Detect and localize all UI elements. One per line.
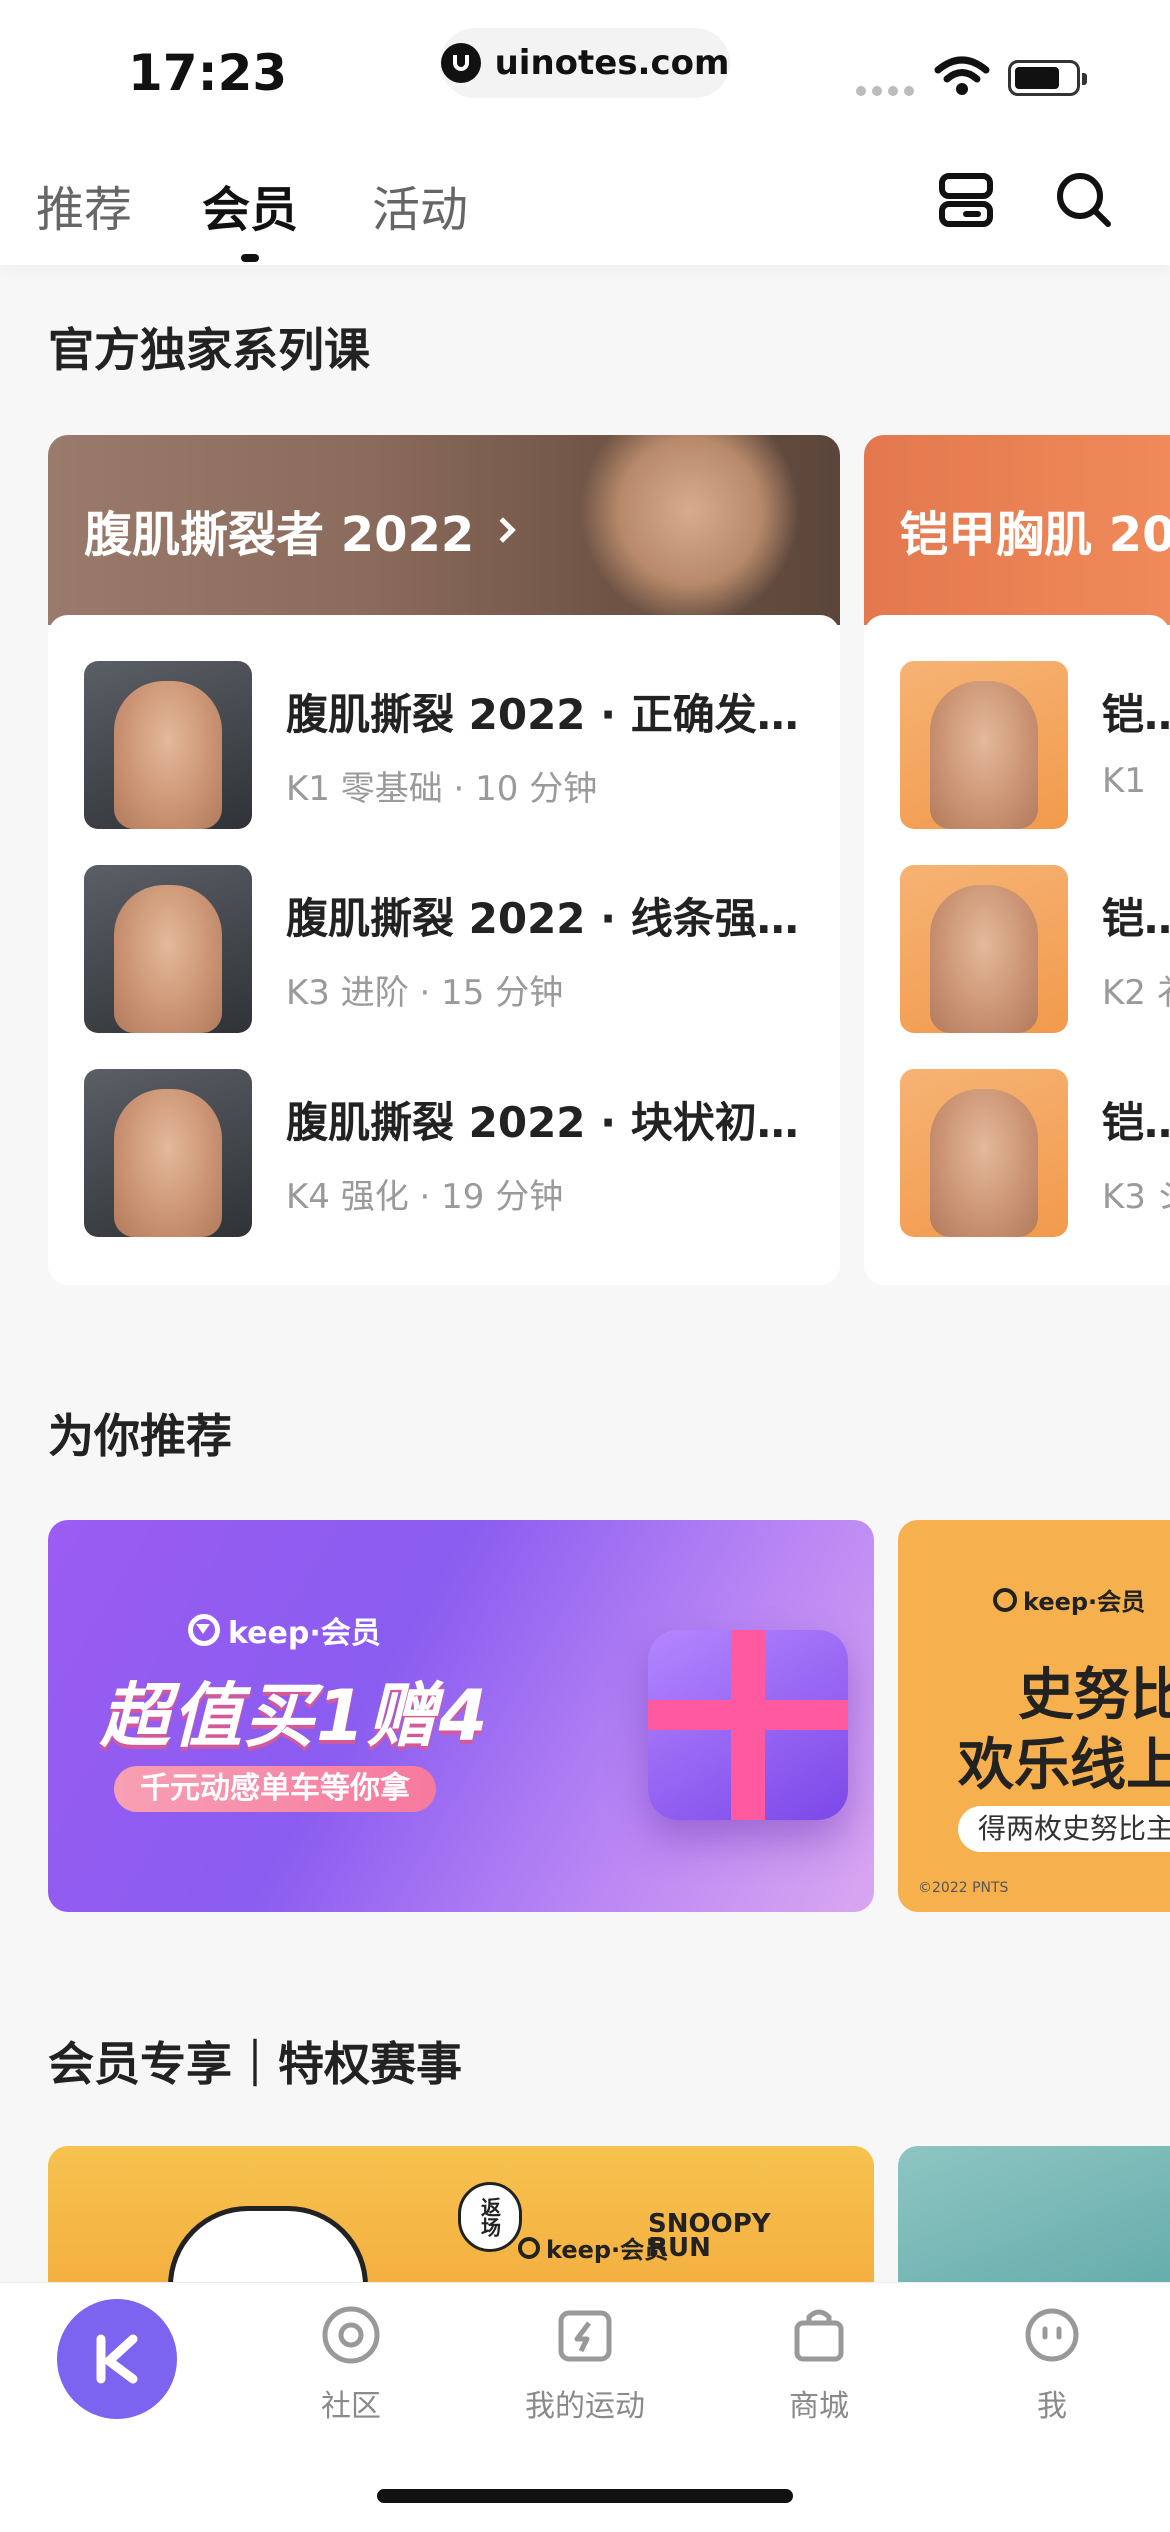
nav-label: 我 (1037, 2389, 1067, 2424)
nav-me[interactable]: 我 (962, 2303, 1142, 2425)
battery-icon (1008, 60, 1087, 96)
signal-icon (856, 86, 914, 96)
course-item-meta: K1 (1102, 761, 1146, 801)
banner-copyright: ©2022 PNTS (918, 1880, 1009, 1896)
nav-shop[interactable]: 商城 (729, 2303, 909, 2425)
url-pill[interactable]: uinotes.com (440, 28, 730, 98)
course-thumbnail (900, 865, 1068, 1033)
section-title-official: 官方独家系列课 (48, 323, 370, 377)
site-logo-icon (440, 43, 481, 83)
course-item-title: 铠甲 (1102, 1098, 1170, 1147)
nav-my-sports[interactable]: 我的运动 (495, 2303, 675, 2425)
course-card-title: 铠甲胸肌 20 (900, 507, 1170, 563)
promo-banner[interactable]: keep·会员 超值买1赠4 千元动感单车等你拿 (48, 1520, 874, 1912)
top-tab-bar: 推荐 会员 活动 (0, 140, 1170, 265)
chevron-right-icon (490, 517, 517, 543)
section-title-recommend: 为你推荐 (48, 1409, 232, 1463)
tab-activity[interactable]: 活动 (372, 170, 468, 240)
course-card-header[interactable]: 腹肌撕裂者 2022 (48, 435, 840, 625)
list-item[interactable]: 腹肌撕裂 2022 · 正确发… K1 零基础 · 10 分钟 (48, 643, 840, 847)
snoopy-run-logo: SNOOPY RUN (648, 2209, 771, 2263)
banner-title: 超值买1赠4 (100, 1675, 490, 1757)
course-item-title: 腹肌撕裂 2022 · 块状初… (286, 1098, 799, 1147)
nav-label: 商城 (789, 2389, 849, 2424)
wifi-icon (934, 56, 990, 95)
me-face-icon (1025, 2308, 1079, 2362)
url-text: uinotes.com (494, 43, 730, 83)
shop-bag-icon (794, 2309, 844, 2362)
course-thumbnail (84, 1069, 252, 1237)
keep-logo-icon (188, 1614, 220, 1646)
promo-banner[interactable]: keep·会员 史努比 欢乐线上 得两枚史努比主题 ©2022 PNTS (898, 1520, 1170, 1912)
banner-subtitle: 千元动感单车等你拿 (114, 1766, 436, 1812)
keep-member-logo: keep·会员 (518, 2230, 668, 2265)
speech-bubble: 返场 (458, 2182, 522, 2252)
nav-community[interactable]: 社区 (261, 2303, 441, 2425)
course-item-meta: K4 强化 · 19 分钟 (286, 1177, 564, 1217)
nav-label: 我的运动 (525, 2389, 645, 2424)
banner-brand: keep·会员 (1023, 1588, 1146, 1616)
list-item[interactable]: 腹肌撕裂 2022 · 线条强… K3 进阶 · 15 分钟 (48, 847, 840, 1051)
list-item[interactable]: 铠甲 K2 衤 (864, 847, 1170, 1051)
keep-home-icon[interactable] (57, 2299, 177, 2419)
my-sports-icon (558, 2310, 612, 2362)
course-card[interactable]: 腹肌撕裂者 2022 腹肌撕裂 2022 · 正确发… K1 零基础 · 10 … (48, 435, 840, 1285)
course-item-title: 铠甲 (1102, 690, 1170, 739)
list-item[interactable]: 铠甲 K3 シ (864, 1051, 1170, 1255)
course-card-title: 腹肌撕裂者 2022 (84, 507, 475, 563)
community-icon (322, 2306, 380, 2364)
course-item-meta: K2 衤 (1102, 973, 1170, 1013)
keep-logo-icon (993, 1587, 1017, 1612)
course-item-title: 腹肌撕裂 2022 · 正确发… (286, 690, 799, 739)
status-time: 17:23 (128, 44, 288, 102)
keep-member-logo: keep·会员 (188, 1608, 381, 1652)
course-item-meta: K3 进阶 · 15 分钟 (286, 973, 564, 1013)
banner-title-line2: 欢乐线上 (958, 1733, 1170, 1798)
course-thumbnail (900, 1069, 1068, 1237)
course-list: 腹肌撕裂 2022 · 正确发… K1 零基础 · 10 分钟 腹肌撕裂 202… (48, 615, 840, 1285)
course-thumbnail (84, 865, 252, 1033)
course-thumbnail (84, 661, 252, 829)
banner-title-line1: 史努比 (1018, 1663, 1170, 1728)
list-item[interactable]: 腹肌撕裂 2022 · 块状初… K4 强化 · 19 分钟 (48, 1051, 840, 1255)
course-item-meta: K1 零基础 · 10 分钟 (286, 769, 598, 809)
course-item-title: 腹肌撕裂 2022 · 线条强… (286, 894, 799, 943)
banner-brand: keep·会员 (228, 1616, 381, 1651)
course-cover-image (580, 435, 800, 625)
section-title-events: 会员专享｜特权赛事 (48, 2037, 462, 2091)
course-list: 铠甲 K1 铠甲 K2 衤 铠甲 K3 シ (864, 615, 1170, 1285)
list-item[interactable]: 铠甲 K1 (864, 643, 1170, 847)
home-indicator[interactable] (377, 2489, 793, 2503)
course-thumbnail (900, 661, 1068, 829)
layout-icon[interactable] (936, 170, 996, 230)
course-item-meta: K3 シ (1102, 1177, 1170, 1217)
tab-recommend[interactable]: 推荐 (36, 170, 132, 240)
course-card-header[interactable]: 铠甲胸肌 20 (864, 435, 1170, 625)
gift-box-icon (648, 1630, 848, 1820)
course-card[interactable]: 铠甲胸肌 20 铠甲 K1 铠甲 K2 衤 铠甲 K3 シ (864, 435, 1170, 1285)
nav-label: 社区 (321, 2389, 381, 2424)
tab-member[interactable]: 会员 (202, 170, 298, 262)
keep-member-logo: keep·会员 (993, 1582, 1145, 1617)
keep-logo-icon (518, 2236, 540, 2259)
course-item-title: 铠甲 (1102, 894, 1170, 943)
status-bar: 17:23 uinotes.com (0, 0, 1170, 140)
banner-subtitle: 得两枚史努比主题 (958, 1806, 1170, 1852)
search-icon[interactable] (1054, 170, 1114, 230)
